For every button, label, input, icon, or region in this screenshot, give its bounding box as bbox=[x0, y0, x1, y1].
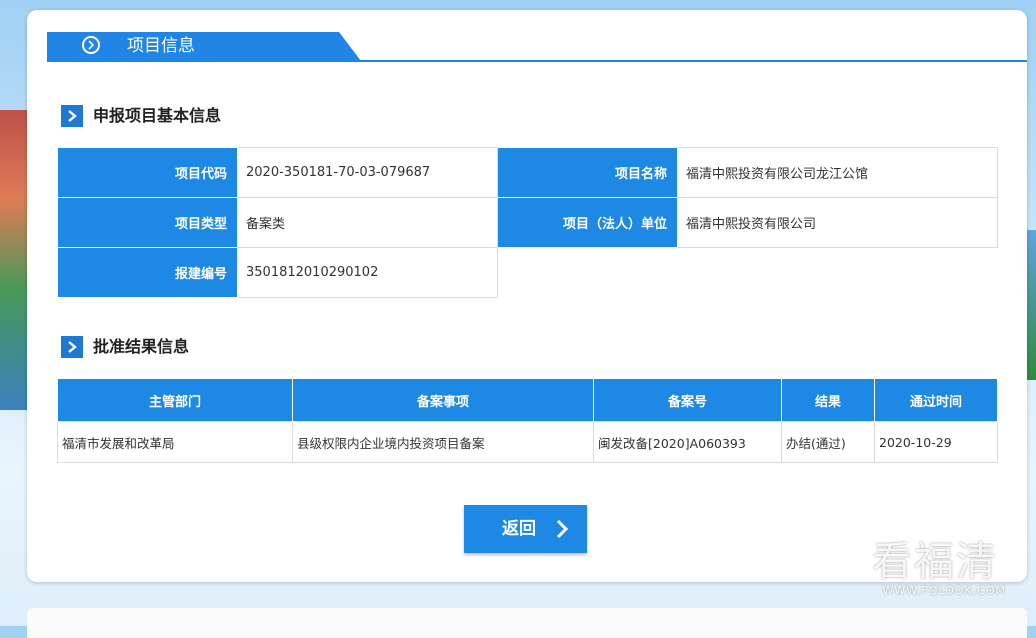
chevron-right-icon bbox=[556, 519, 569, 539]
table-cell: 闽发改备[2020]A060393 bbox=[593, 421, 782, 463]
watermark-url: WWW.FQLOOK.COM bbox=[882, 584, 1006, 597]
field-value: 3501812010290102 bbox=[237, 247, 498, 298]
field-value: 2020-350181-70-03-079687 bbox=[237, 147, 498, 198]
section-title: 申报项目基本信息 bbox=[93, 106, 222, 125]
column-header: 备案事项 bbox=[292, 378, 594, 422]
table-row: 项目代码 2020-350181-70-03-079687 项目名称 福清中熙投… bbox=[57, 147, 998, 198]
chevron-right-icon bbox=[61, 336, 83, 358]
field-label: 报建编号 bbox=[57, 247, 238, 298]
field-value: 福清中熙投资有限公司 bbox=[677, 197, 998, 248]
field-label: 项目类型 bbox=[57, 197, 238, 248]
back-button[interactable]: 返回 bbox=[464, 505, 587, 553]
empty-cell bbox=[678, 248, 998, 298]
watermark-text: 看福清 bbox=[872, 539, 998, 585]
table-cell: 办结(通过) bbox=[781, 421, 875, 463]
page-title: 项目信息 bbox=[127, 36, 195, 56]
basic-info-table: 项目代码 2020-350181-70-03-079687 项目名称 福清中熙投… bbox=[57, 147, 998, 298]
field-value: 备案类 bbox=[237, 197, 498, 248]
chevron-circle-right-icon bbox=[82, 36, 100, 54]
section-title: 批准结果信息 bbox=[93, 337, 190, 356]
back-button-label: 返回 bbox=[502, 519, 536, 538]
field-label: 项目名称 bbox=[497, 147, 678, 198]
table-header-row: 主管部门 备案事项 备案号 结果 通过时间 bbox=[57, 378, 998, 422]
background-decoration bbox=[0, 110, 30, 410]
field-value: 福清中熙投资有限公司龙江公馆 bbox=[677, 147, 998, 198]
title-underline bbox=[47, 60, 1027, 62]
empty-cell bbox=[498, 248, 678, 298]
watermark-logo: 看福清 WWW.FQLOOK.COM bbox=[872, 540, 1012, 610]
column-header: 通过时间 bbox=[874, 378, 998, 422]
column-header: 主管部门 bbox=[57, 378, 293, 422]
result-table: 主管部门 备案事项 备案号 结果 通过时间 福清市发展和改革局 县级权限内企业境… bbox=[57, 378, 998, 463]
column-header: 备案号 bbox=[593, 378, 782, 422]
table-row: 报建编号 3501812010290102 bbox=[57, 247, 998, 298]
table-cell: 福清市发展和改革局 bbox=[57, 421, 293, 463]
field-label: 项目（法人）单位 bbox=[497, 197, 678, 248]
project-info-panel: 项目信息 申报项目基本信息 项目代码 2020-350181-70-03-079… bbox=[27, 10, 1027, 582]
table-cell: 县级权限内企业境内投资项目备案 bbox=[292, 421, 594, 463]
chevron-right-icon bbox=[61, 105, 83, 127]
column-header: 结果 bbox=[781, 378, 875, 422]
panel-title-tab: 项目信息 bbox=[47, 32, 361, 61]
table-cell: 2020-10-29 bbox=[874, 421, 998, 463]
table-row: 福清市发展和改革局 县级权限内企业境内投资项目备案 闽发改备[2020]A060… bbox=[57, 421, 998, 463]
table-row: 项目类型 备案类 项目（法人）单位 福清中熙投资有限公司 bbox=[57, 197, 998, 248]
footer-panel bbox=[27, 608, 1027, 638]
field-label: 项目代码 bbox=[57, 147, 238, 198]
